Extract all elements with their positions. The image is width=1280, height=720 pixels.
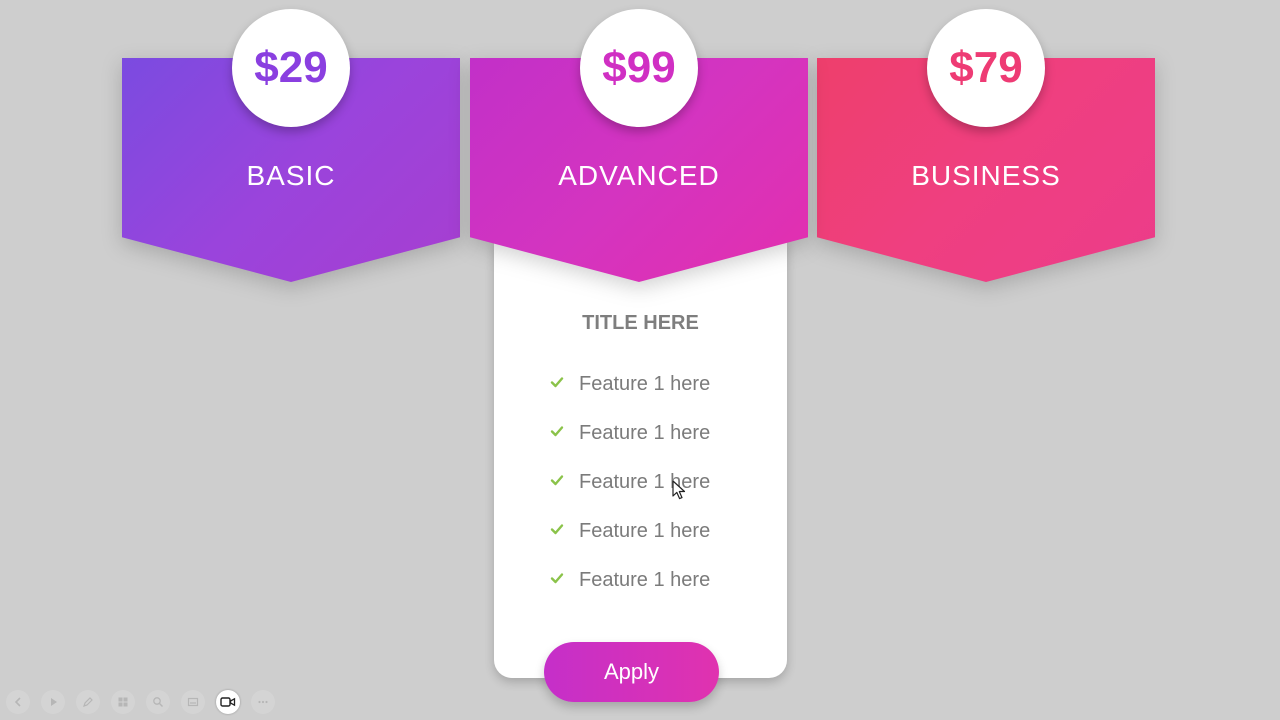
price-badge-basic: $29 — [232, 9, 350, 127]
subtitles-icon[interactable] — [181, 690, 205, 714]
more-icon[interactable] — [251, 690, 275, 714]
feature-list: Feature 1 here Feature 1 here Feature 1 … — [550, 360, 710, 605]
price-badge-business: $79 — [927, 9, 1045, 127]
zoom-icon[interactable] — [146, 690, 170, 714]
presentation-toolbar — [6, 690, 275, 714]
panel-title: TITLE HERE — [582, 312, 699, 334]
plan-name-basic: BASIC — [246, 160, 336, 191]
previous-icon[interactable] — [6, 690, 30, 714]
plan-name-business: BUSINESS — [911, 160, 1061, 191]
features-panel: TITLE HERE Feature 1 here Feature 1 here… — [494, 240, 787, 678]
play-icon[interactable] — [41, 690, 65, 714]
check-icon — [550, 474, 564, 485]
feature-item: Feature 1 here — [550, 556, 710, 605]
mouse-pointer-icon — [672, 480, 686, 500]
feature-text: Feature 1 here — [579, 471, 711, 493]
apply-button[interactable]: Apply — [544, 642, 719, 702]
slide-canvas: BASIC $29 ADVANCED $99 BUSINESS $79 TITL… — [0, 0, 1280, 720]
check-icon — [550, 572, 564, 583]
slides-icon[interactable] — [111, 690, 135, 714]
pen-icon[interactable] — [76, 690, 100, 714]
feature-text: Feature 1 here — [579, 569, 711, 591]
price-badge-advanced: $99 — [580, 9, 698, 127]
video-camera-icon[interactable] — [216, 690, 240, 714]
feature-item: Feature 1 here — [550, 458, 710, 507]
feature-item: Feature 1 here — [550, 409, 710, 458]
feature-item: Feature 1 here — [550, 360, 710, 409]
check-icon — [550, 523, 564, 534]
plan-name-advanced: ADVANCED — [558, 160, 720, 191]
feature-text: Feature 1 here — [579, 422, 711, 444]
feature-item: Feature 1 here — [550, 507, 710, 556]
check-icon — [550, 425, 564, 436]
feature-text: Feature 1 here — [579, 520, 711, 542]
check-icon — [550, 376, 564, 387]
feature-text: Feature 1 here — [579, 373, 711, 395]
